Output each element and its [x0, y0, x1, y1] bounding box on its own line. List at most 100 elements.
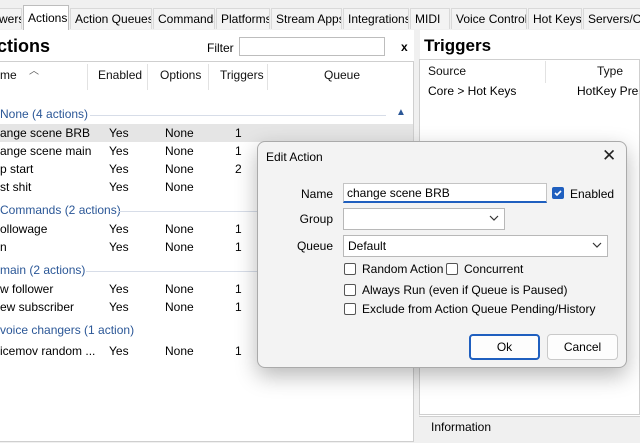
name-field[interactable]: change scene BRB [343, 183, 547, 203]
enabled-checkbox[interactable] [552, 187, 564, 199]
action-options: None [165, 144, 194, 158]
cancel-button[interactable]: Cancel [547, 334, 618, 360]
column-header-name[interactable]: me [0, 68, 17, 82]
action-triggers: 1 [235, 344, 242, 358]
action-options: None [165, 162, 194, 176]
trigger-type: HotKey Press [577, 84, 639, 98]
action-name: ange scene main [0, 144, 92, 158]
checkmark-icon [554, 190, 562, 197]
edit-action-dialog: Edit Action ✕ Name change scene BRB Enab… [257, 141, 627, 368]
action-options: None [165, 344, 194, 358]
dialog-title: Edit Action [266, 150, 323, 164]
column-divider[interactable] [147, 64, 148, 90]
tab-bar: wers Actions Action Queues Commands Plat… [0, 0, 640, 31]
tab-midi[interactable]: MIDI [410, 8, 450, 29]
action-options: None [165, 282, 194, 296]
column-header-options[interactable]: Options [160, 68, 201, 82]
column-divider[interactable] [267, 64, 268, 90]
action-enabled: Yes [109, 282, 129, 296]
tab-actions[interactable]: Actions [23, 5, 69, 30]
column-divider[interactable] [87, 64, 88, 90]
random-action-label: Random Action [362, 262, 444, 276]
concurrent-label: Concurrent [464, 262, 524, 276]
ok-button[interactable]: Ok [469, 334, 540, 360]
column-header-enabled[interactable]: Enabled [98, 68, 142, 82]
clear-filter-button[interactable]: x [401, 40, 408, 54]
action-name: icemov random ... [0, 344, 96, 358]
action-enabled: Yes [109, 180, 129, 194]
column-header-triggers[interactable]: Triggers [220, 68, 264, 82]
action-options: None [165, 222, 194, 236]
group-header-commands[interactable]: Commands (2 actions) [0, 203, 121, 217]
tab-stream-apps[interactable]: Stream Apps [271, 8, 342, 29]
chevron-down-icon [489, 215, 499, 221]
actions-title: ctions [0, 36, 51, 56]
action-name: p start [0, 162, 34, 176]
action-triggers: 1 [235, 300, 242, 314]
action-triggers: 1 [235, 144, 242, 158]
action-enabled: Yes [109, 126, 129, 140]
action-enabled: Yes [109, 240, 129, 254]
name-label: Name [300, 187, 333, 201]
information-label: Information [431, 420, 492, 434]
action-enabled: Yes [109, 344, 129, 358]
trigger-source: Core > Hot Keys [428, 84, 517, 98]
exclude-from-queue-checkbox[interactable] [344, 303, 356, 315]
group-label: Group [299, 212, 333, 226]
random-action-checkbox[interactable] [344, 263, 356, 275]
action-name: st shit [0, 180, 32, 194]
action-options: None [165, 300, 194, 314]
action-name: n [0, 240, 7, 254]
group-select[interactable] [343, 208, 505, 230]
always-run-checkbox[interactable] [344, 284, 356, 296]
triggers-title: Triggers [424, 36, 492, 55]
close-icon[interactable]: ✕ [602, 147, 616, 164]
tab-servers-clients[interactable]: Servers/Cli [583, 8, 640, 29]
filter-label: Filter [207, 41, 234, 55]
action-triggers: 1 [235, 126, 242, 140]
column-header-queue[interactable]: Queue [324, 68, 360, 82]
tab-action-queues[interactable]: Action Queues [70, 8, 152, 29]
sort-ascending-icon: ︿ [29, 66, 39, 77]
queue-label: Queue [296, 239, 333, 253]
group-header-voice-changers[interactable]: voice changers (1 action) [0, 323, 134, 337]
information-section: Information [419, 416, 640, 443]
group-header-none[interactable]: None (4 actions) [0, 107, 88, 121]
tab-hot-keys[interactable]: Hot Keys [528, 8, 582, 29]
action-name: ew subscriber [0, 300, 75, 314]
filter-input[interactable] [239, 37, 385, 56]
column-divider[interactable] [208, 64, 209, 90]
tab-commands[interactable]: Commands [153, 8, 215, 29]
action-name: w follower [0, 282, 54, 296]
chevron-down-icon [592, 242, 602, 248]
concurrent-checkbox[interactable] [446, 263, 458, 275]
table-row[interactable]: Core > Hot Keys HotKey Press [420, 82, 639, 100]
action-options: None [165, 240, 194, 254]
collapse-group-icon[interactable]: ▲ [396, 107, 406, 118]
action-triggers: 1 [235, 222, 242, 236]
tab-integrations[interactable]: Integrations [343, 8, 409, 29]
action-triggers: 1 [235, 240, 242, 254]
tab-viewers[interactable]: wers [0, 8, 22, 29]
group-divider [90, 115, 386, 116]
action-enabled: Yes [109, 300, 129, 314]
queue-select[interactable]: Default [343, 235, 608, 257]
action-enabled: Yes [109, 144, 129, 158]
action-enabled: Yes [109, 222, 129, 236]
action-enabled: Yes [109, 162, 129, 176]
column-header-type[interactable]: Type [597, 64, 623, 78]
enabled-label: Enabled [570, 187, 615, 201]
action-options: None [165, 126, 194, 140]
column-header-source[interactable]: Source [428, 64, 466, 78]
column-divider[interactable] [545, 61, 546, 83]
group-header-main[interactable]: main (2 actions) [0, 263, 85, 277]
action-triggers: 2 [235, 162, 242, 176]
exclude-from-queue-label: Exclude from Action Queue Pending/Histor… [362, 302, 596, 316]
tab-platforms[interactable]: Platforms [216, 8, 270, 29]
action-options: None [165, 180, 194, 194]
action-name: ollowage [0, 222, 48, 236]
queue-value: Default [348, 239, 387, 253]
always-run-label: Always Run (even if Queue is Paused) [362, 283, 568, 297]
table-row[interactable]: ange scene BRB Yes None 1 [0, 124, 413, 142]
tab-voice-control[interactable]: Voice Control [451, 8, 527, 29]
